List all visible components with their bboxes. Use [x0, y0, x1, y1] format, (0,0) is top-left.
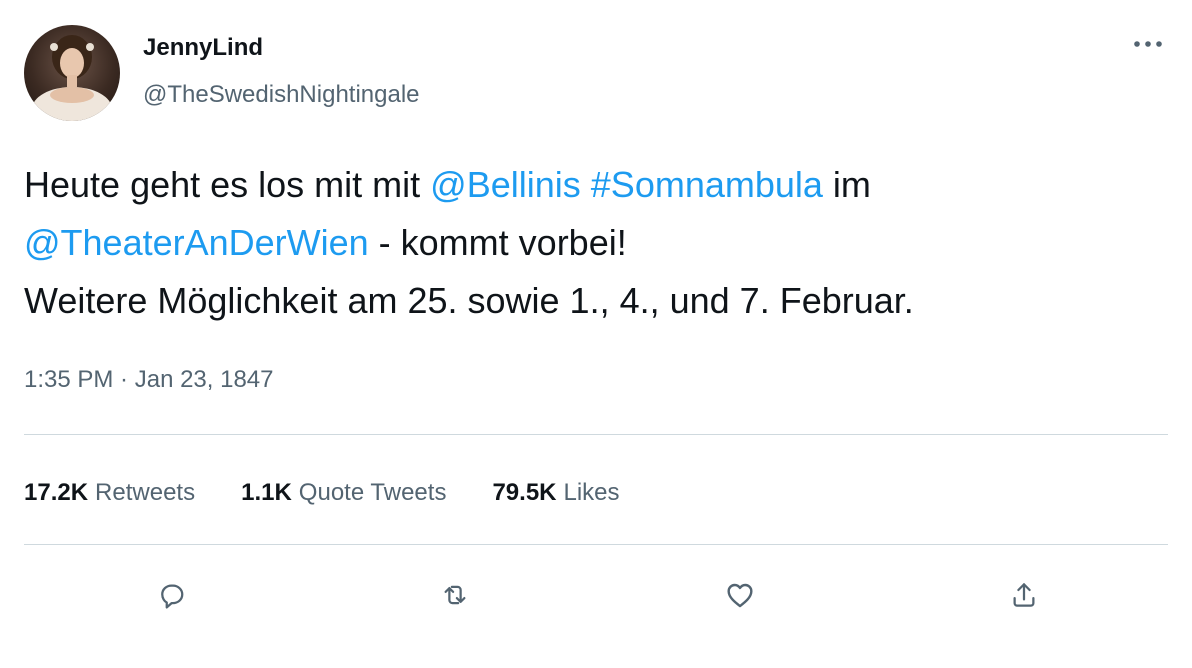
tweet-text-segment [581, 164, 591, 205]
quote-tweets-count: 1.1K [241, 479, 292, 506]
portrait-avatar-image [32, 35, 112, 121]
divider-top [24, 434, 1168, 435]
retweets-count: 17.2K [24, 479, 89, 506]
tweet-text-segment: Heute geht es los mit mit [24, 164, 431, 205]
timestamp-time[interactable]: 1:35 PM [24, 366, 113, 393]
reply-icon [161, 584, 184, 609]
reply-button[interactable] [147, 571, 195, 619]
share-button[interactable] [1000, 571, 1048, 619]
timestamp-separator: · [113, 366, 135, 393]
quote-tweets-stat[interactable]: 1.1K Quote Tweets [241, 479, 446, 507]
author-handle[interactable]: @TheSwedishNightingale [143, 81, 420, 109]
retweets-stat[interactable]: 17.2K Retweets [24, 479, 195, 507]
tweet-text: Heute geht es los mit mit @Bellinis #Som… [24, 156, 1164, 330]
tweet-line-1: Heute geht es los mit mit @Bellinis #Som… [24, 156, 1164, 214]
more-horizontal-icon [1134, 41, 1162, 47]
tweet-text-segment: im [822, 164, 871, 205]
tweet-text-segment: - kommt vorbei! [368, 222, 627, 263]
retweet-button[interactable] [431, 571, 479, 619]
heart-icon [727, 583, 753, 608]
retweet-icon [444, 585, 466, 605]
tweet-line-3: Weitere Möglichkeit am 25. sowie 1., 4.,… [24, 280, 914, 321]
share-icon [1013, 583, 1035, 607]
hashtag-somnambula[interactable]: #Somnambula [591, 164, 823, 205]
divider-bottom [24, 544, 1168, 545]
tweet-stats: 17.2K Retweets 1.1K Quote Tweets 79.5K L… [24, 476, 620, 510]
tweet-actions [0, 571, 1192, 619]
likes-count: 79.5K [492, 479, 557, 506]
tweet-timestamp: 1:35 PM · Jan 23, 1847 [24, 366, 274, 394]
likes-label: Likes [563, 479, 620, 506]
likes-stat[interactable]: 79.5K Likes [492, 479, 619, 507]
like-button[interactable] [716, 571, 764, 619]
retweets-label: Retweets [95, 479, 196, 506]
quote-tweets-label: Quote Tweets [298, 479, 447, 506]
more-options-button[interactable] [1128, 32, 1168, 56]
mention-bellinis[interactable]: @Bellinis [430, 164, 581, 205]
tweet-line-2: @TheaterAnDerWien - kommt vorbei! [24, 214, 1164, 272]
mention-theateranderwien[interactable]: @TheaterAnDerWien [24, 222, 369, 263]
timestamp-date[interactable]: Jan 23, 1847 [135, 366, 274, 393]
author-name[interactable]: JennyLind [143, 34, 263, 62]
avatar[interactable] [24, 25, 120, 121]
